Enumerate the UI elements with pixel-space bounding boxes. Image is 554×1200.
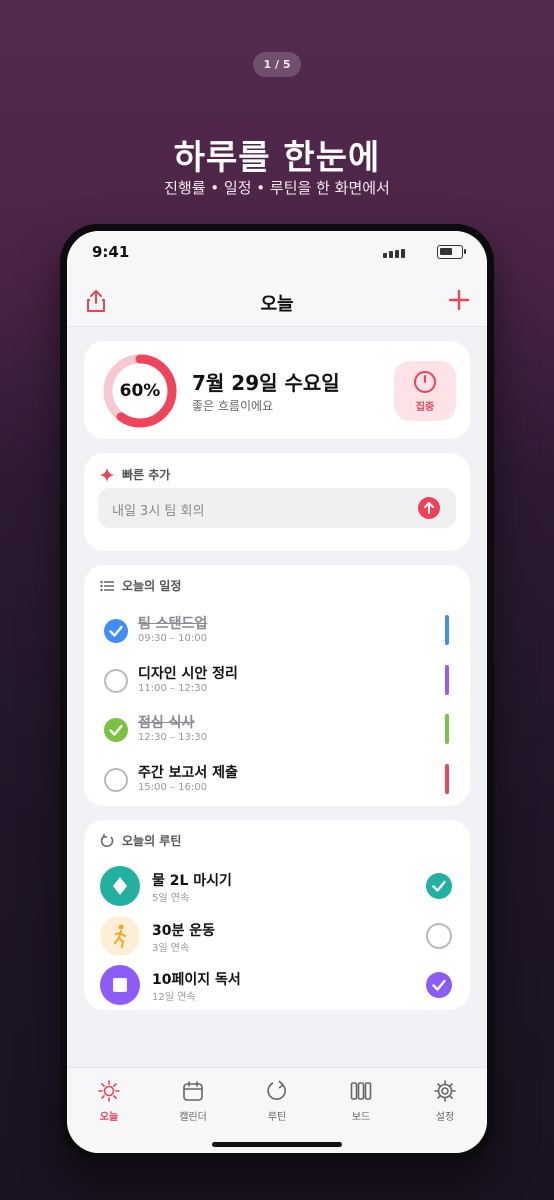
hero-subtitle: 진행률 • 일정 • 루틴을 한 화면에서 xyxy=(164,179,390,197)
sun-icon xyxy=(98,1080,120,1102)
color-bar xyxy=(445,763,449,794)
color-bar xyxy=(445,714,449,744)
schedule-item-name: 주간 보고서 제출 xyxy=(138,764,238,781)
send-button[interactable] xyxy=(418,497,440,519)
tab-label: 캘린더 xyxy=(179,1112,207,1123)
tab-today[interactable]: 오늘 xyxy=(79,1080,139,1123)
phone-screen: 9:41 오늘 60% 7월 29일 수요일 좋은 흐름이에요 집중 빠른 추가… xyxy=(67,231,487,1153)
water-drop-icon xyxy=(100,866,140,906)
schedule-item-name: 팀 스탠드업 xyxy=(138,616,208,632)
tab-calendar[interactable]: 캘린더 xyxy=(163,1080,223,1123)
quick-add-card: 빠른 추가 내일 3시 팀 회의 xyxy=(84,453,470,551)
quick-add-placeholder: 내일 3시 팀 회의 xyxy=(112,504,205,519)
routine-item-name: 10페이지 독서 xyxy=(152,972,241,988)
routine-card: 오늘의 루틴 물 2L 마시기 5일 연속 30분 운동 3일 연속 10페이지… xyxy=(84,820,470,1010)
calendar-icon xyxy=(183,1081,203,1101)
checked-icon[interactable] xyxy=(104,619,128,643)
schedule-item-name: 점심 식사 xyxy=(138,715,195,731)
routine-title: 오늘의 루틴 xyxy=(122,834,182,848)
routine-item-streak: 5일 연속 xyxy=(152,893,190,904)
tab-label: 루틴 xyxy=(267,1112,287,1123)
routine-header: 오늘의 루틴 xyxy=(100,832,181,849)
schedule-item[interactable]: 팀 스탠드업 09:30 – 10:00 xyxy=(84,609,470,655)
focus-label: 집중 xyxy=(415,401,435,413)
routine-item-streak: 12일 연속 xyxy=(152,992,196,1003)
schedule-header: 오늘의 일정 xyxy=(100,577,181,594)
page-indicator: 1 / 5 xyxy=(253,52,301,77)
unchecked-icon[interactable] xyxy=(426,922,452,949)
schedule-title: 오늘의 일정 xyxy=(122,579,182,593)
progress-percent: 60% xyxy=(119,381,161,401)
signal-icon xyxy=(383,249,405,258)
quick-add-input[interactable]: 내일 3시 팀 회의 xyxy=(98,488,456,528)
refresh-icon xyxy=(100,833,114,847)
schedule-item-name: 디자인 시안 정리 xyxy=(138,665,238,682)
checked-icon[interactable] xyxy=(426,972,452,998)
gear-icon xyxy=(434,1080,456,1102)
running-icon xyxy=(100,915,140,956)
schedule-item-time: 09:30 – 10:00 xyxy=(138,633,207,644)
schedule-item-time: 12:30 – 13:30 xyxy=(138,732,207,743)
tab-settings[interactable]: 설정 xyxy=(415,1080,475,1123)
list-icon xyxy=(100,580,114,591)
routine-item-name: 30분 운동 xyxy=(152,922,215,939)
checked-icon[interactable] xyxy=(104,718,128,742)
status-time: 9:41 xyxy=(92,243,130,261)
status-message: 좋은 흐름이에요 xyxy=(192,399,274,413)
schedule-item[interactable]: 주간 보고서 제출 15:00 – 16:00 xyxy=(84,758,470,804)
navigation-bar: 오늘 xyxy=(67,275,487,327)
book-icon xyxy=(100,965,140,1005)
schedule-item-time: 11:00 – 12:30 xyxy=(138,682,207,694)
focus-button[interactable]: 집중 xyxy=(394,361,456,421)
tab-label: 오늘 xyxy=(99,1112,119,1123)
refresh-icon xyxy=(267,1080,286,1100)
color-bar xyxy=(445,664,449,695)
routine-item-name: 물 2L 마시기 xyxy=(152,873,232,889)
timer-icon xyxy=(414,370,436,393)
quick-add-title: 빠른 추가 xyxy=(122,468,171,482)
schedule-item[interactable]: 점심 식사 12:30 – 13:30 xyxy=(84,708,470,754)
home-indicator xyxy=(212,1142,342,1147)
tab-label: 보드 xyxy=(351,1112,371,1123)
date-heading: 7월 29일 수요일 xyxy=(192,371,340,395)
add-icon[interactable] xyxy=(447,288,471,312)
schedule-item[interactable]: 디자인 시안 정리 11:00 – 12:30 xyxy=(84,659,470,705)
tab-bar: 오늘 캘린더 루틴 보드 설정 xyxy=(67,1067,487,1153)
routine-item[interactable]: 30분 운동 3일 연속 xyxy=(84,912,470,960)
page-title: 오늘 xyxy=(260,294,294,315)
sparkle-icon xyxy=(100,467,114,482)
tab-label: 설정 xyxy=(435,1112,455,1123)
schedule-card: 오늘의 일정 팀 스탠드업 09:30 – 10:00 디자인 시안 정리 11… xyxy=(84,565,470,806)
tab-routine[interactable]: 루틴 xyxy=(247,1080,307,1123)
quick-add-header: 빠른 추가 xyxy=(100,466,170,483)
status-bar: 9:41 xyxy=(67,231,487,275)
summary-card: 60% 7월 29일 수요일 좋은 흐름이에요 집중 xyxy=(84,341,470,439)
unchecked-icon[interactable] xyxy=(104,668,128,693)
hero-title: 하루를 한눈에 xyxy=(173,138,381,178)
tab-board[interactable]: 보드 xyxy=(331,1080,391,1123)
unchecked-icon[interactable] xyxy=(104,767,128,792)
schedule-item-time: 15:00 – 16:00 xyxy=(138,781,207,793)
color-bar xyxy=(445,615,449,645)
battery-icon xyxy=(437,245,466,259)
arrow-up-icon xyxy=(424,502,434,514)
checked-icon[interactable] xyxy=(426,873,452,899)
routine-item[interactable]: 10페이지 독서 12일 연속 xyxy=(84,961,470,1009)
routine-item-streak: 3일 연속 xyxy=(152,942,190,954)
board-icon xyxy=(350,1082,372,1100)
routine-item[interactable]: 물 2L 마시기 5일 연속 xyxy=(84,862,470,910)
